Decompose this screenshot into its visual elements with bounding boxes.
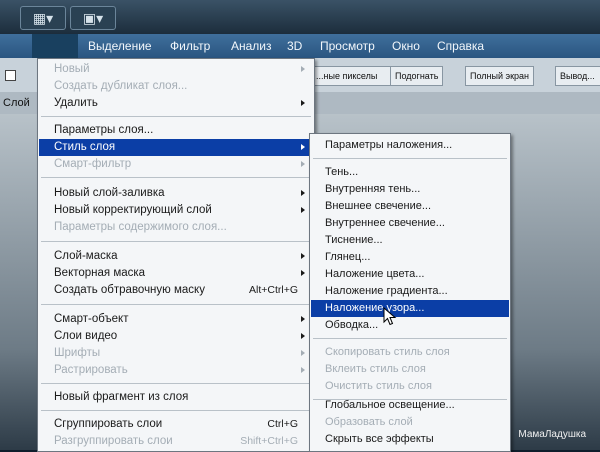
menu-item-layer-mask[interactable]: Слой-маска	[39, 248, 313, 265]
menu-separator	[41, 304, 311, 305]
actual-pixels-button[interactable]: ...ные пикселы	[311, 66, 391, 86]
chevron-right-icon	[301, 190, 305, 196]
menu-view[interactable]: Просмотр	[320, 39, 375, 53]
menu-item-delete[interactable]: Удалить	[39, 95, 313, 112]
menu-separator	[313, 338, 507, 339]
menu-separator	[41, 177, 311, 178]
menu-item-layer-style[interactable]: Стиль слоя	[39, 139, 313, 156]
menu-bar: Выделение Фильтр Анализ 3D Просмотр Окно…	[0, 34, 600, 58]
screen-mode-button[interactable]: ▣▾	[70, 6, 116, 30]
menu-item-smart-object[interactable]: Смарт-объект	[39, 311, 313, 328]
chevron-right-icon	[301, 270, 305, 276]
submenu-item-outer-glow[interactable]: Внешнее свечение...	[311, 198, 509, 215]
layer-style-submenu: Параметры наложения... Тень... Внутрення…	[309, 133, 511, 452]
submenu-item-satin[interactable]: Глянец...	[311, 249, 509, 266]
menu-window[interactable]: Окно	[392, 39, 420, 53]
chevron-right-icon	[301, 100, 305, 106]
menu-item-group-layers[interactable]: Сгруппировать слои Ctrl+G	[39, 416, 313, 433]
submenu-item-inner-shadow[interactable]: Внутренняя тень...	[311, 181, 509, 198]
chevron-right-icon	[301, 144, 305, 150]
menu-item-vector-mask[interactable]: Векторная маска	[39, 265, 313, 282]
watermark: МамаЛадушка	[518, 429, 586, 440]
submenu-item-create-layer[interactable]: Образовать слой	[311, 414, 509, 431]
mouse-cursor-icon	[383, 307, 397, 326]
menu-separator	[41, 116, 311, 117]
menu-item-duplicate-layer[interactable]: Создать дубликат слоя...	[39, 78, 313, 95]
menu-separator	[41, 383, 311, 384]
submenu-item-inner-glow[interactable]: Внутреннее свечение...	[311, 215, 509, 232]
menu-item-video-layers[interactable]: Слои видео	[39, 328, 313, 345]
submenu-item-stroke[interactable]: Обводка...	[311, 317, 509, 334]
submenu-item-clear-layer-style[interactable]: Очистить стиль слоя	[311, 378, 509, 395]
menu-item-new-fill-layer[interactable]: Новый слой-заливка	[39, 185, 313, 202]
submenu-item-gradient-overlay[interactable]: Наложение градиента...	[311, 283, 509, 300]
menu-analysis[interactable]: Анализ	[231, 39, 272, 53]
menu-item-new[interactable]: Новый	[39, 61, 313, 78]
submenu-item-global-light[interactable]: Глобальное освещение...	[311, 397, 509, 414]
menu-select[interactable]: Выделение	[88, 39, 152, 53]
layer-menu: Новый Создать дубликат слоя... Удалить П…	[37, 58, 315, 452]
submenu-item-paste-layer-style[interactable]: Вклеить стиль слоя	[311, 361, 509, 378]
menu-separator	[313, 158, 507, 159]
submenu-item-color-overlay[interactable]: Наложение цвета...	[311, 266, 509, 283]
chevron-right-icon	[301, 161, 305, 167]
chevron-right-icon	[301, 316, 305, 322]
fit-screen-button[interactable]: Подогнать	[390, 66, 444, 86]
full-screen-button[interactable]: Полный экран	[465, 66, 535, 86]
menu-item-ungroup-layers[interactable]: Разгруппировать слои Shift+Ctrl+G	[39, 433, 313, 450]
menu-item-smart-filter[interactable]: Смарт-фильтр	[39, 156, 313, 173]
menu-item-layer-content-options[interactable]: Параметры содержимого слоя...	[39, 219, 313, 236]
chevron-right-icon	[301, 66, 305, 72]
submenu-item-bevel-emboss[interactable]: Тиснение...	[311, 232, 509, 249]
submenu-item-copy-layer-style[interactable]: Скопировать стиль слоя	[311, 344, 509, 361]
chevron-right-icon	[301, 333, 305, 339]
menu-item-rasterize[interactable]: Растрировать	[39, 362, 313, 379]
menu-item-create-clipping-mask[interactable]: Создать обтравочную маску Alt+Ctrl+G	[39, 282, 313, 299]
menu-filter[interactable]: Фильтр	[170, 39, 210, 53]
workspace-layout-button[interactable]: ▦▾	[20, 6, 66, 30]
chevron-right-icon	[301, 207, 305, 213]
menu-layer-active[interactable]	[32, 34, 78, 58]
submenu-item-drop-shadow[interactable]: Тень...	[311, 164, 509, 181]
menu-item-new-slice-from-layer[interactable]: Новый фрагмент из слоя	[39, 389, 313, 406]
submenu-item-hide-all-effects[interactable]: Скрыть все эффекты	[311, 431, 509, 448]
menu-item-new-adjustment-layer[interactable]: Новый корректирующий слой	[39, 202, 313, 219]
menu-separator	[41, 410, 311, 411]
panel-label: Слой	[3, 97, 30, 109]
menu-item-layer-properties[interactable]: Параметры слоя...	[39, 122, 313, 139]
menu-separator	[41, 241, 311, 242]
option-checkbox[interactable]	[5, 70, 16, 81]
chevron-right-icon	[301, 350, 305, 356]
submenu-item-blending-options[interactable]: Параметры наложения...	[311, 137, 509, 154]
print-size-button[interactable]: Вывод...	[555, 66, 600, 86]
menu-item-type[interactable]: Шрифты	[39, 345, 313, 362]
menu-help[interactable]: Справка	[437, 39, 484, 53]
chevron-right-icon	[301, 367, 305, 373]
app-toolbar: ▦▾ ▣▾	[0, 0, 600, 34]
chevron-right-icon	[301, 253, 305, 259]
menu-3d[interactable]: 3D	[287, 39, 302, 53]
submenu-item-pattern-overlay[interactable]: Наложение узора...	[311, 300, 509, 317]
